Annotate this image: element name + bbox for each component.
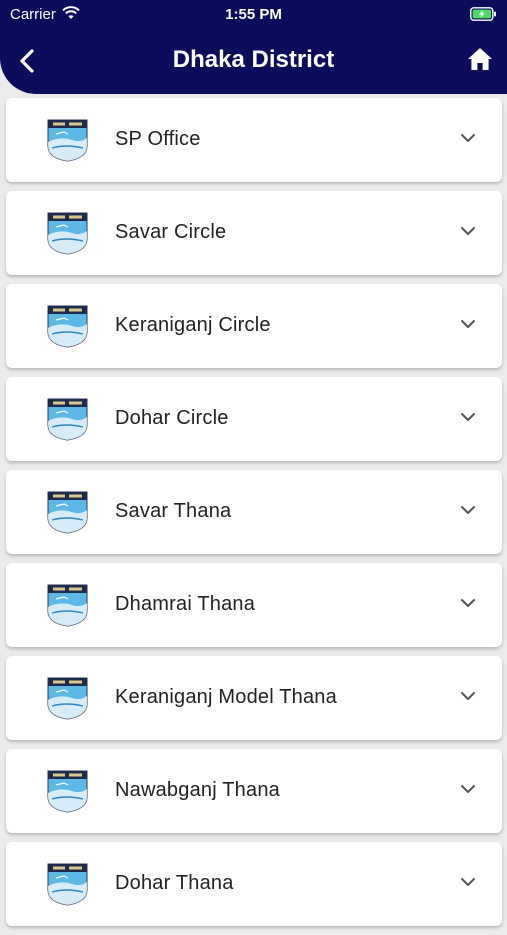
chevron-down-icon[interactable] bbox=[460, 132, 476, 144]
chevron-down-icon[interactable] bbox=[460, 690, 476, 702]
chevron-down-icon[interactable] bbox=[460, 504, 476, 516]
police-logo-icon bbox=[47, 398, 88, 441]
list-item[interactable]: Nawabganj Thana bbox=[6, 749, 502, 833]
app-header: Dhaka District bbox=[0, 30, 507, 94]
status-bar: Carrier 1:55 PM bbox=[0, 0, 507, 30]
chevron-down-icon[interactable] bbox=[460, 783, 476, 795]
chevron-down-icon[interactable] bbox=[460, 597, 476, 609]
police-logo-icon bbox=[47, 863, 88, 906]
police-logo-icon bbox=[47, 677, 88, 720]
list-item[interactable]: Keraniganj Circle bbox=[6, 284, 502, 368]
list-item[interactable]: Savar Circle bbox=[6, 191, 502, 275]
police-logo-icon bbox=[47, 770, 88, 813]
police-logo-icon bbox=[47, 305, 88, 348]
list-item-label: SP Office bbox=[115, 128, 201, 150]
list-item-label: Dohar Circle bbox=[115, 407, 229, 429]
police-logo-icon bbox=[47, 491, 88, 534]
battery-charging-icon bbox=[470, 7, 496, 21]
page-title: Dhaka District bbox=[172, 46, 335, 73]
unit-list: SP Office Savar Circle Keraniganj Circle… bbox=[6, 98, 502, 935]
status-time: 1:55 PM bbox=[225, 6, 282, 23]
list-item-label: Savar Thana bbox=[115, 500, 232, 522]
list-item-label: Keraniganj Circle bbox=[115, 314, 271, 336]
list-item-label: Dhamrai Thana bbox=[115, 593, 256, 615]
police-logo-icon bbox=[47, 584, 88, 627]
chevron-down-icon[interactable] bbox=[460, 411, 476, 423]
list-item-label: Dohar Thana bbox=[115, 872, 234, 894]
chevron-down-icon[interactable] bbox=[460, 876, 476, 888]
list-item[interactable]: Dhamrai Thana bbox=[6, 563, 502, 647]
list-item-label: Nawabganj Thana bbox=[115, 779, 280, 801]
chevron-down-icon[interactable] bbox=[460, 318, 476, 330]
list-item[interactable]: Keraniganj Model Thana bbox=[6, 656, 502, 740]
chevron-down-icon[interactable] bbox=[460, 225, 476, 237]
list-item[interactable]: Dohar Thana bbox=[6, 842, 502, 926]
police-logo-icon bbox=[47, 212, 88, 255]
list-item-label: Savar Circle bbox=[115, 221, 227, 243]
police-logo-icon bbox=[47, 119, 88, 162]
list-item-label: Keraniganj Model Thana bbox=[115, 686, 337, 708]
list-item[interactable]: Dohar Circle bbox=[6, 377, 502, 461]
list-item[interactable]: SP Office bbox=[6, 98, 502, 182]
list-item[interactable]: Savar Thana bbox=[6, 470, 502, 554]
home-icon[interactable] bbox=[467, 47, 493, 71]
